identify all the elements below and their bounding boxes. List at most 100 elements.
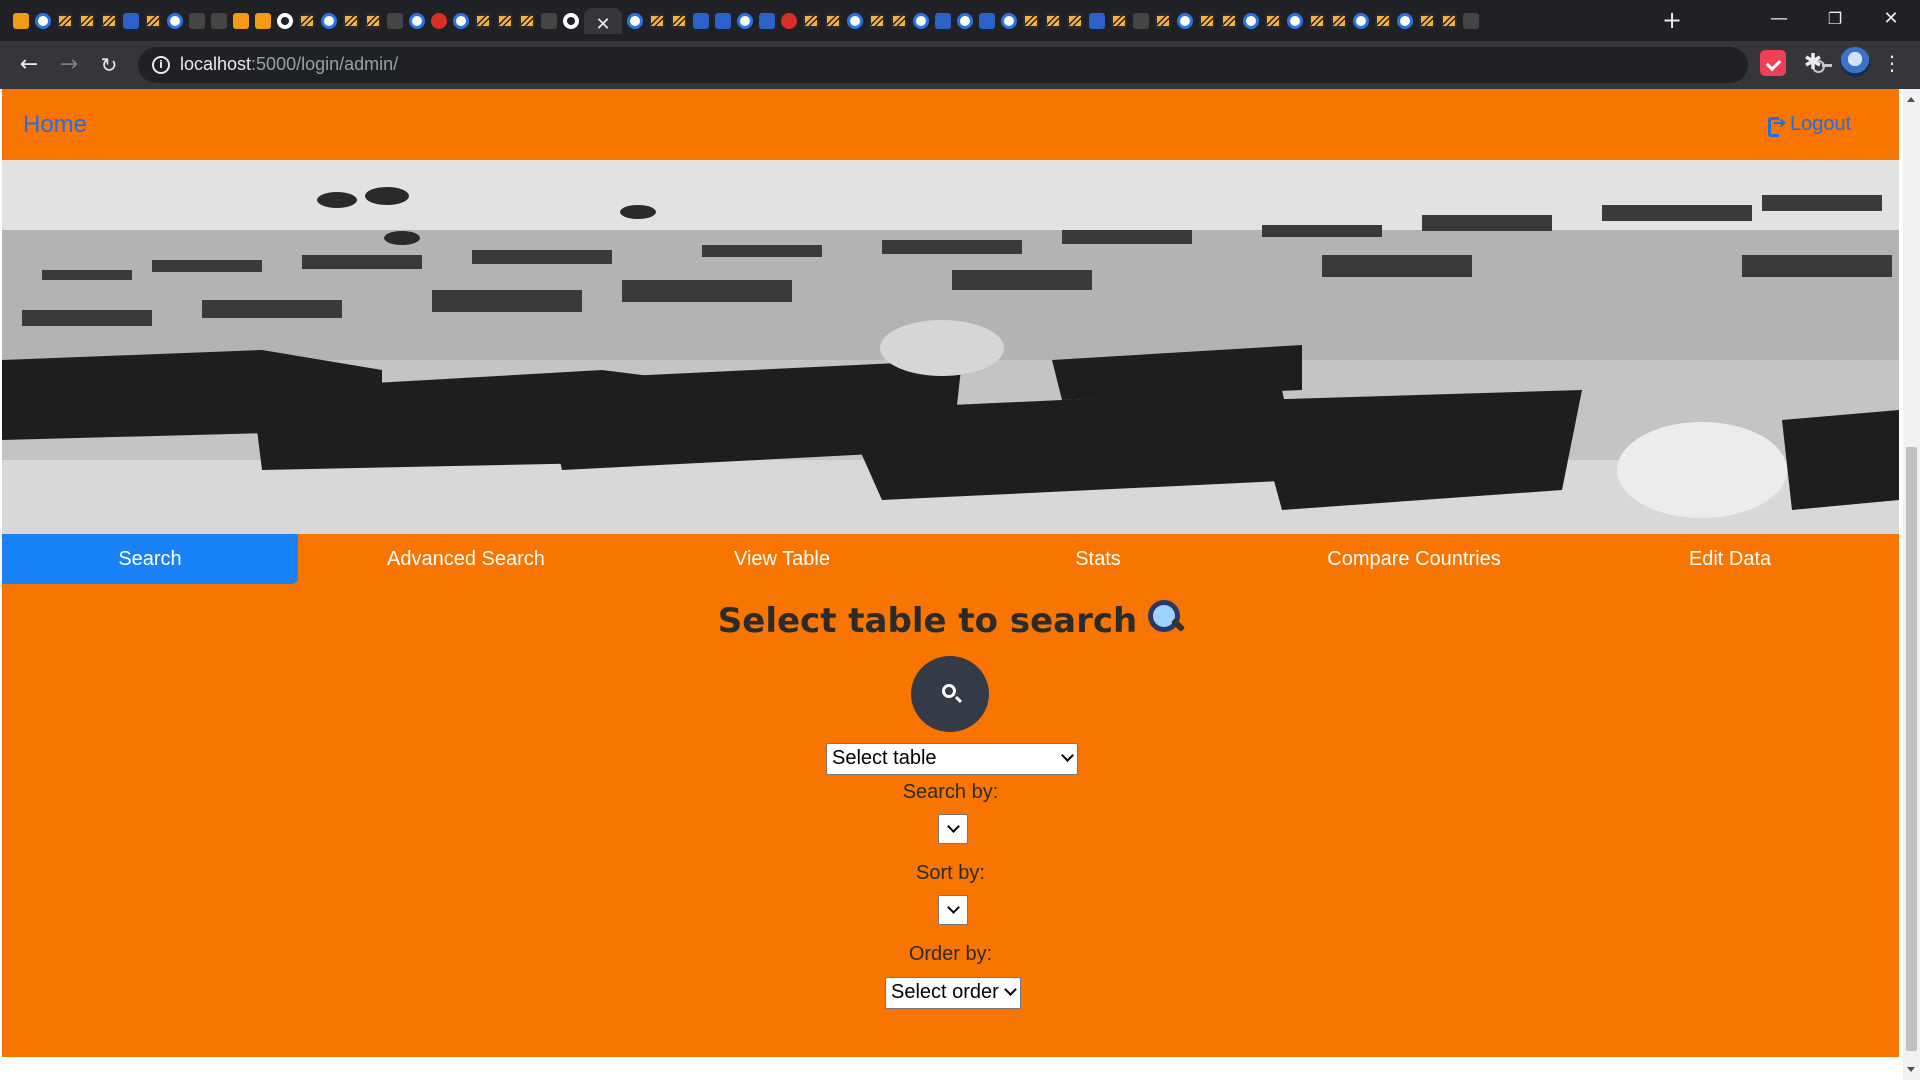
tab-search[interactable]: Search bbox=[2, 534, 298, 584]
browser-tab[interactable] bbox=[1066, 10, 1084, 32]
scroll-down-arrow-icon[interactable] bbox=[1907, 1067, 1915, 1072]
puzzle-icon[interactable]: ✱ bbox=[1800, 50, 1826, 76]
browser-tab[interactable] bbox=[254, 10, 272, 32]
browser-tab[interactable] bbox=[1198, 10, 1216, 32]
browser-tab[interactable] bbox=[78, 10, 96, 32]
restore-button[interactable]: ❐ bbox=[1808, 0, 1862, 41]
browser-tab[interactable] bbox=[100, 10, 118, 32]
browser-tab[interactable] bbox=[890, 10, 908, 32]
browser-tab[interactable] bbox=[1352, 10, 1370, 32]
browser-tab[interactable] bbox=[1308, 10, 1326, 32]
browser-tab[interactable] bbox=[342, 10, 360, 32]
scrollbar-thumb[interactable] bbox=[1906, 447, 1917, 1051]
browser-tab[interactable] bbox=[1132, 10, 1150, 32]
browser-tab[interactable] bbox=[1176, 10, 1194, 32]
browser-tab[interactable] bbox=[1242, 10, 1260, 32]
browser-tab[interactable] bbox=[56, 10, 74, 32]
browser-tab[interactable] bbox=[1154, 10, 1172, 32]
pocket-icon[interactable] bbox=[1760, 50, 1786, 76]
browser-tab[interactable] bbox=[626, 10, 644, 32]
scroll-up-arrow-icon[interactable] bbox=[1907, 97, 1915, 102]
search-button[interactable] bbox=[911, 656, 989, 732]
address-bar[interactable]: i localhost:5000/login/admin/ ★ bbox=[138, 47, 1870, 83]
browser-tab[interactable] bbox=[1000, 10, 1018, 32]
tab-advanced-search[interactable]: Advanced Search bbox=[318, 534, 614, 584]
browser-tab[interactable] bbox=[540, 10, 558, 32]
browser-tab[interactable] bbox=[1440, 10, 1458, 32]
url-text[interactable]: localhost:5000/login/admin/ bbox=[180, 54, 398, 75]
browser-tab[interactable] bbox=[12, 10, 30, 32]
menu-icon[interactable]: ⋮ bbox=[1882, 50, 1902, 76]
browser-tab[interactable] bbox=[714, 10, 732, 32]
main-tab-bar: Search Advanced Search View Table Stats … bbox=[2, 534, 1899, 584]
browser-tab[interactable] bbox=[1418, 10, 1436, 32]
browser-tab[interactable] bbox=[802, 10, 820, 32]
sort-by-select[interactable] bbox=[938, 895, 968, 925]
browser-tab[interactable] bbox=[122, 10, 140, 32]
browser-tab[interactable] bbox=[670, 10, 688, 32]
browser-tab[interactable] bbox=[934, 10, 952, 32]
browser-tab[interactable] bbox=[408, 10, 426, 32]
tab-view-table[interactable]: View Table bbox=[634, 534, 930, 584]
browser-tab[interactable] bbox=[232, 10, 250, 32]
forward-arrow-icon[interactable]: → bbox=[54, 50, 84, 80]
browser-tab[interactable] bbox=[452, 10, 470, 32]
browser-tab[interactable] bbox=[846, 10, 864, 32]
browser-tab[interactable] bbox=[1462, 10, 1480, 32]
browser-tab[interactable] bbox=[1286, 10, 1304, 32]
browser-tab[interactable] bbox=[1264, 10, 1282, 32]
minimize-button[interactable]: — bbox=[1752, 0, 1806, 41]
browser-tab[interactable] bbox=[978, 10, 996, 32]
logout-link[interactable]: Logout bbox=[1768, 113, 1851, 137]
browser-tab[interactable] bbox=[144, 10, 162, 32]
browser-tab[interactable] bbox=[276, 10, 294, 32]
browser-tab[interactable] bbox=[1110, 10, 1128, 32]
browser-tab[interactable] bbox=[956, 10, 974, 32]
browser-tab[interactable] bbox=[1044, 10, 1062, 32]
browser-tab[interactable] bbox=[364, 10, 382, 32]
browser-tab[interactable] bbox=[1022, 10, 1040, 32]
browser-tab[interactable] bbox=[188, 10, 206, 32]
new-tab-button[interactable]: + bbox=[1658, 6, 1686, 34]
reload-icon[interactable]: ↻ bbox=[94, 50, 124, 80]
browser-tab[interactable] bbox=[518, 10, 536, 32]
browser-tab[interactable] bbox=[1396, 10, 1414, 32]
browser-tab[interactable] bbox=[496, 10, 514, 32]
browser-tab[interactable] bbox=[868, 10, 886, 32]
home-link[interactable]: Home bbox=[23, 111, 87, 139]
tab-close-icon[interactable]: ✕ bbox=[595, 16, 610, 34]
tab-stats[interactable]: Stats bbox=[950, 534, 1246, 584]
order-select[interactable]: Select order bbox=[885, 977, 1021, 1009]
browser-tab[interactable] bbox=[1330, 10, 1348, 32]
browser-tab[interactable] bbox=[648, 10, 666, 32]
table-select[interactable]: Select table bbox=[826, 743, 1078, 775]
page-scrollbar[interactable] bbox=[1903, 89, 1920, 1080]
browser-tab[interactable] bbox=[430, 10, 448, 32]
browser-tab[interactable] bbox=[166, 10, 184, 32]
tab-compare-countries[interactable]: Compare Countries bbox=[1266, 534, 1562, 584]
avatar[interactable] bbox=[1840, 47, 1870, 77]
browser-tab[interactable] bbox=[758, 10, 776, 32]
back-arrow-icon[interactable]: ← bbox=[14, 50, 44, 80]
browser-tab[interactable] bbox=[736, 10, 754, 32]
browser-tab[interactable] bbox=[824, 10, 842, 32]
browser-tab[interactable] bbox=[1088, 10, 1106, 32]
search-by-select[interactable] bbox=[938, 814, 968, 844]
browser-tab[interactable] bbox=[298, 10, 316, 32]
browser-tab[interactable] bbox=[1374, 10, 1392, 32]
browser-tab[interactable] bbox=[692, 10, 710, 32]
browser-tab-active[interactable]: ✕ bbox=[584, 8, 622, 34]
browser-tab[interactable] bbox=[780, 10, 798, 32]
browser-tab[interactable] bbox=[320, 10, 338, 32]
browser-tab[interactable] bbox=[474, 10, 492, 32]
info-icon[interactable]: i bbox=[152, 56, 170, 74]
close-window-button[interactable]: ✕ bbox=[1864, 0, 1918, 41]
browser-tab[interactable] bbox=[34, 10, 52, 32]
favicon-icon bbox=[343, 13, 359, 29]
browser-tab[interactable] bbox=[1220, 10, 1238, 32]
browser-tab[interactable] bbox=[562, 10, 580, 32]
browser-tab[interactable] bbox=[210, 10, 228, 32]
tab-edit-data[interactable]: Edit Data bbox=[1582, 534, 1878, 584]
browser-tab[interactable] bbox=[912, 10, 930, 32]
browser-tab[interactable] bbox=[386, 10, 404, 32]
